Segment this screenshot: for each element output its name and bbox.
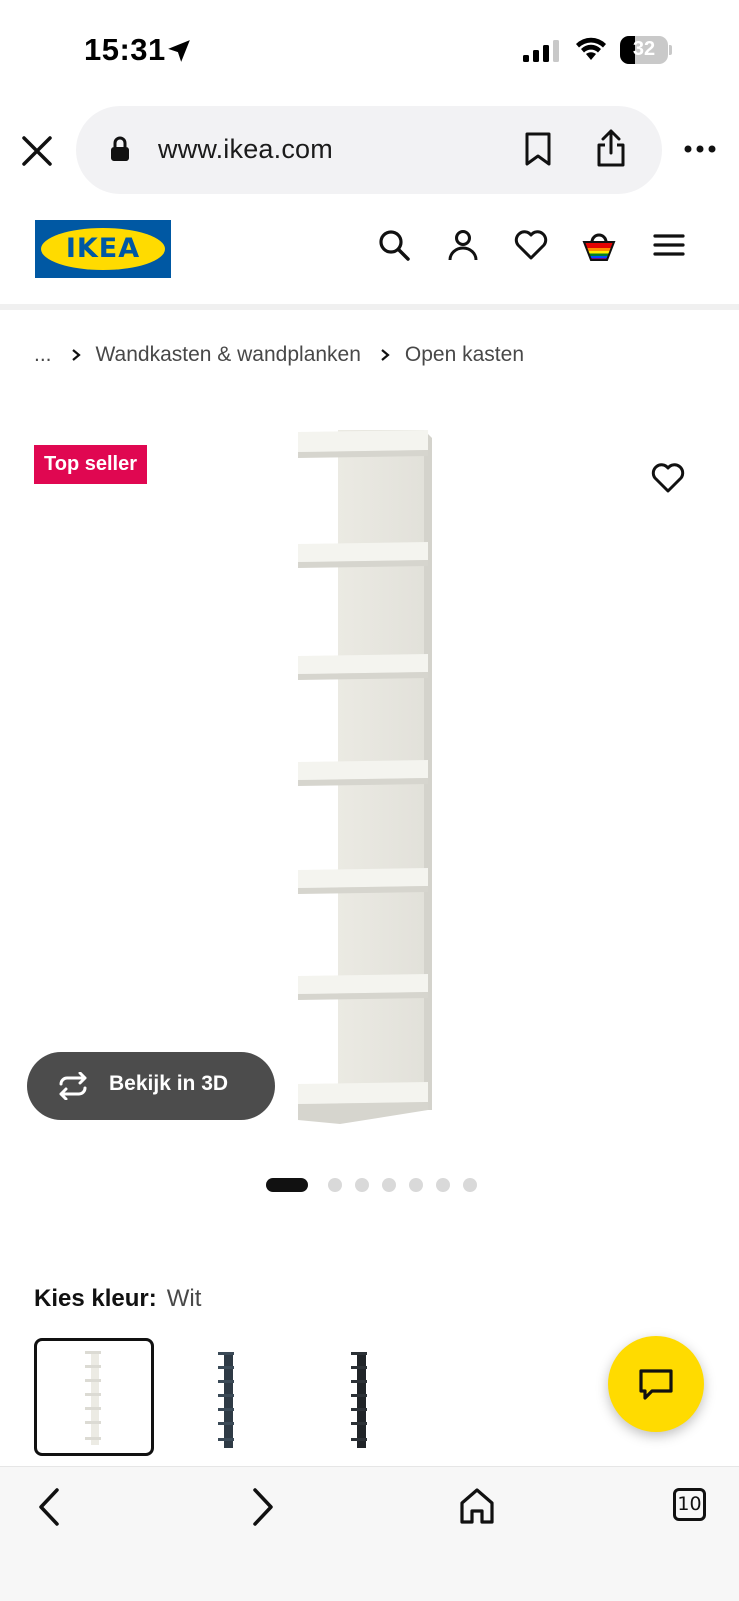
product-image xyxy=(298,430,432,1124)
account-icon[interactable] xyxy=(446,228,480,262)
color-swatch-blue[interactable] xyxy=(164,1338,284,1456)
breadcrumb: ... Wandkasten & wandplanken Open kasten xyxy=(34,340,524,370)
share-icon[interactable] xyxy=(594,128,628,168)
search-icon[interactable] xyxy=(377,228,411,262)
forward-icon[interactable] xyxy=(250,1487,276,1527)
product-gallery[interactable]: Top seller Bekijk in 3D xyxy=(0,400,739,1140)
top-seller-badge: Top seller xyxy=(34,445,147,484)
color-selector-label: Kies kleur: Wit xyxy=(34,1285,201,1313)
logo-text: IKEA xyxy=(65,233,141,264)
carousel-dot[interactable] xyxy=(328,1178,342,1192)
carousel-dot[interactable] xyxy=(409,1178,423,1192)
carousel-dots xyxy=(0,1176,739,1194)
carousel-dot-active[interactable] xyxy=(266,1178,308,1192)
carousel-dot[interactable] xyxy=(382,1178,396,1192)
chat-icon xyxy=(639,1369,673,1400)
battery-level: 32 xyxy=(632,38,656,60)
signal-icon xyxy=(523,40,559,62)
favourite-heart-icon[interactable] xyxy=(651,462,685,494)
site-header: IKEA xyxy=(0,204,739,310)
color-selected-value: Wit xyxy=(166,1285,202,1312)
battery-icon: 32 xyxy=(620,36,672,64)
rotate-3d-icon xyxy=(59,1072,87,1100)
home-icon[interactable] xyxy=(459,1487,495,1525)
back-icon[interactable] xyxy=(36,1487,62,1527)
carousel-dot[interactable] xyxy=(463,1178,477,1192)
basket-icon[interactable] xyxy=(582,228,616,262)
status-bar: 15:31 32 xyxy=(0,0,739,100)
breadcrumb-ellipsis[interactable]: ... xyxy=(34,343,52,367)
location-arrow-icon xyxy=(168,40,190,62)
view-in-3d-label: Bekijk in 3D xyxy=(109,1072,229,1095)
color-label: Kies kleur: xyxy=(34,1285,157,1312)
color-swatch-black[interactable] xyxy=(297,1338,417,1456)
lock-icon xyxy=(111,136,129,161)
chevron-right-icon xyxy=(381,349,390,361)
ikea-logo[interactable]: IKEA xyxy=(35,220,171,278)
breadcrumb-item-wandkasten[interactable]: Wandkasten & wandplanken xyxy=(96,343,361,367)
address-bar[interactable]: www.ikea.com xyxy=(76,106,662,194)
chat-button[interactable] xyxy=(608,1336,704,1432)
view-in-3d-button[interactable]: Bekijk in 3D xyxy=(27,1052,275,1120)
browser-toolbar: 10 xyxy=(0,1466,739,1601)
tabs-icon[interactable]: 10 xyxy=(673,1488,706,1521)
color-swatch-white[interactable] xyxy=(34,1338,154,1456)
more-icon[interactable] xyxy=(684,144,716,154)
close-icon[interactable] xyxy=(20,134,54,168)
url-text[interactable]: www.ikea.com xyxy=(158,134,333,165)
status-time: 15:31 xyxy=(84,32,166,67)
bookmark-icon[interactable] xyxy=(524,132,552,166)
carousel-dot[interactable] xyxy=(355,1178,369,1192)
chevron-right-icon xyxy=(71,349,81,361)
browser-bar: www.ikea.com xyxy=(0,104,739,194)
breadcrumb-item-open-kasten[interactable]: Open kasten xyxy=(405,343,524,367)
menu-icon[interactable] xyxy=(652,228,686,262)
carousel-dot[interactable] xyxy=(436,1178,450,1192)
heart-icon[interactable] xyxy=(514,228,548,262)
wifi-icon xyxy=(576,37,606,60)
